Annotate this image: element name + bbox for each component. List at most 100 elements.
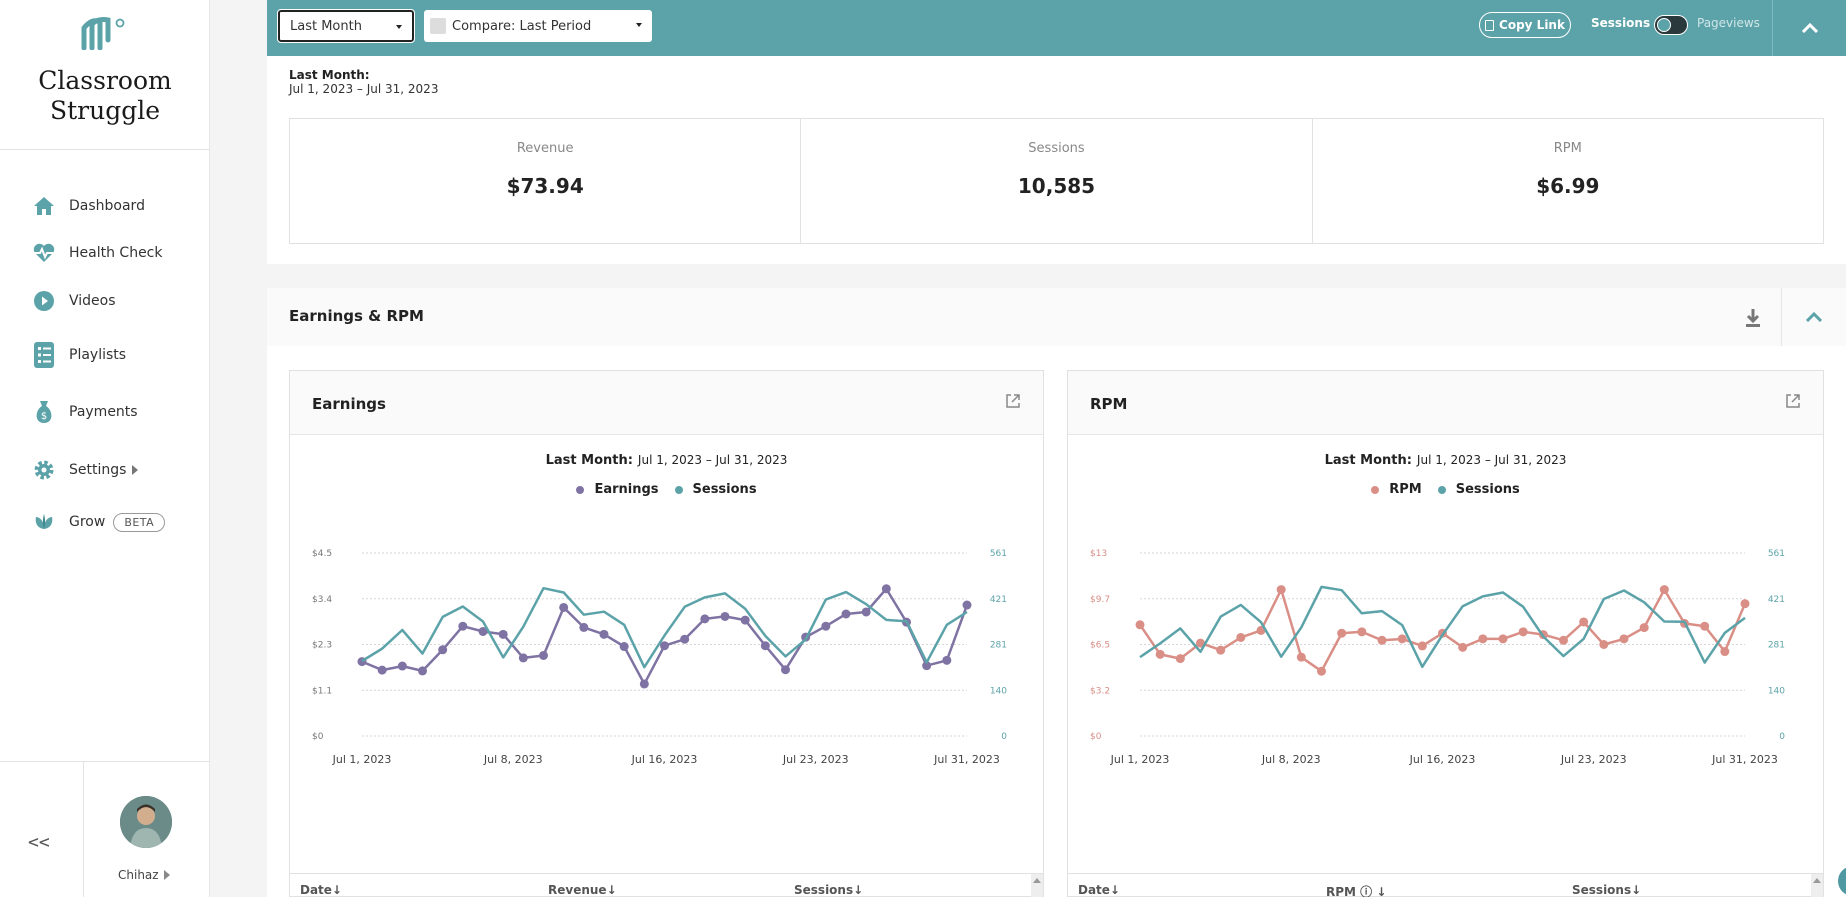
data-point	[418, 666, 427, 676]
toggle-label-pageviews: Pageviews	[1697, 16, 1760, 30]
data-point	[458, 621, 468, 631]
y-tick-right: 561	[990, 549, 1007, 559]
revenue-card: Revenue $73.94	[290, 119, 802, 243]
compare-swatch	[430, 18, 446, 34]
subtitle-value: Jul 1, 2023 – Jul 31, 2023	[1416, 453, 1567, 467]
panel-title: Earnings	[312, 395, 386, 413]
scrollbar[interactable]	[1811, 874, 1823, 897]
sidebar-item-settings[interactable]: Settings	[32, 454, 139, 486]
x-tick-label: Jul 31, 2023	[1711, 753, 1778, 766]
avatar[interactable]	[120, 796, 172, 848]
copy-link-button[interactable]: Copy Link	[1479, 12, 1571, 38]
sidebar-item-payments[interactable]: $ Payments	[32, 396, 138, 428]
sidebar-item-health-check[interactable]: Health Check	[32, 237, 163, 269]
y-tick-left: $9.7	[1090, 595, 1110, 605]
column-header-date[interactable]: Date↓	[1078, 883, 1120, 897]
data-point	[1155, 649, 1165, 659]
chart-legend: Earnings Sessions	[290, 482, 1043, 497]
x-tick-label: Jul 8, 2023	[1261, 753, 1321, 766]
data-point	[1337, 628, 1347, 638]
card-title: Revenue	[516, 141, 574, 156]
gear-icon	[32, 458, 56, 482]
legend-dot	[674, 485, 683, 494]
x-tick-label: Jul 31, 2023	[933, 753, 1000, 766]
card-title: Sessions	[1028, 141, 1085, 156]
data-point	[377, 665, 387, 675]
x-tick-label: Jul 16, 2023	[1409, 753, 1476, 766]
data-point	[1740, 599, 1750, 609]
data-point	[559, 602, 569, 612]
toggle-knob	[1657, 18, 1671, 32]
data-point	[1216, 645, 1226, 655]
legend-item-sessions[interactable]: Sessions	[674, 482, 757, 497]
y-tick-left: $3.2	[1090, 686, 1110, 696]
sidebar-item-label: Dashboard	[69, 198, 145, 214]
collapse-filters-button[interactable]	[1773, 0, 1846, 56]
sidebar-item-grow[interactable]: Grow BETA	[32, 506, 166, 538]
series-line-sessions	[1139, 585, 1746, 669]
rpm-panel: RPM Last Month: Jul 1, 2023 – Jul 31, 202…	[1067, 370, 1824, 897]
y-tick-right: 421	[1768, 595, 1785, 605]
user-name: Chihaz	[118, 868, 159, 882]
sidebar-item-label: Payments	[69, 404, 138, 420]
data-point	[1377, 635, 1387, 645]
sidebar-item-label: Grow	[69, 514, 106, 530]
sidebar-item-videos[interactable]: Videos	[32, 285, 116, 317]
data-point	[1498, 634, 1508, 644]
legend-item-sessions[interactable]: Sessions	[1437, 482, 1520, 497]
compare-select[interactable]: Compare: Last Period	[424, 10, 652, 42]
earnings-rpm-section: Earnings & RPM Earnings Last Month: Jul 1…	[267, 288, 1846, 897]
card-title: RPM	[1553, 141, 1582, 156]
column-header-sessions[interactable]: Sessions↓	[1572, 883, 1641, 897]
data-point	[1458, 642, 1468, 652]
compare-value: Compare: Last Period	[452, 18, 592, 34]
scrollbar[interactable]	[1031, 874, 1043, 897]
column-header-sessions[interactable]: Sessions↓	[794, 883, 863, 897]
collapse-sidebar-button[interactable]: <<	[28, 832, 50, 853]
legend-item-earnings[interactable]: Earnings	[576, 482, 659, 497]
money-bag-icon: $	[32, 400, 56, 424]
panel-header: RPM	[1068, 371, 1823, 435]
subtitle-value: Jul 1, 2023 – Jul 31, 2023	[637, 453, 788, 467]
data-point	[1317, 666, 1326, 676]
data-point	[1559, 635, 1568, 645]
chart-legend: RPM Sessions	[1068, 482, 1823, 497]
date-range-select[interactable]: Last Month	[277, 9, 415, 43]
sidebar-item-dashboard[interactable]: Dashboard	[32, 190, 145, 222]
data-point	[1720, 647, 1730, 657]
heartbeat-icon	[32, 241, 56, 265]
scroll-up-icon	[1033, 878, 1041, 883]
earnings-panel: Earnings Last Month: Jul 1, 2023 – Jul 31…	[289, 370, 1044, 897]
home-icon	[32, 194, 56, 218]
legend-label: RPM	[1389, 482, 1422, 497]
sessions-pageviews-toggle[interactable]	[1654, 15, 1688, 35]
legend-dot	[576, 485, 585, 494]
legend-item-rpm[interactable]: RPM	[1371, 482, 1422, 497]
collapse-section-button[interactable]	[1782, 288, 1846, 346]
data-point	[1357, 627, 1367, 637]
data-point	[1296, 652, 1306, 662]
y-tick-left: $3.4	[312, 595, 332, 605]
sidebar-item-playlists[interactable]: Playlists	[32, 339, 126, 371]
external-link-icon[interactable]	[1785, 393, 1801, 409]
column-header-rpm[interactable]: RPM ⓘ ↓	[1326, 883, 1386, 897]
user-menu[interactable]: Chihaz	[118, 868, 170, 882]
y-tick-right: 421	[990, 595, 1007, 605]
subtitle-label: Last Month:	[545, 453, 633, 468]
x-tick-label: Jul 1, 2023	[332, 753, 392, 766]
subtitle-label: Last Month:	[1324, 453, 1412, 468]
external-link-icon[interactable]	[1005, 393, 1021, 409]
column-header-revenue[interactable]: Revenue↓	[548, 883, 617, 897]
download-icon[interactable]	[1742, 306, 1764, 330]
data-point	[740, 615, 750, 625]
chart-subtitle: Last Month: Jul 1, 2023 – Jul 31, 2023	[1068, 453, 1823, 468]
panel-title: RPM	[1090, 395, 1128, 413]
column-header-date[interactable]: Date↓	[300, 883, 342, 897]
svg-text:$: $	[41, 411, 47, 422]
data-point	[1639, 623, 1649, 633]
data-point	[942, 655, 952, 665]
y-tick-right: 281	[990, 641, 1007, 651]
data-point	[841, 609, 851, 619]
legend-dot	[1371, 485, 1380, 494]
chevron-up-icon	[1801, 23, 1818, 33]
